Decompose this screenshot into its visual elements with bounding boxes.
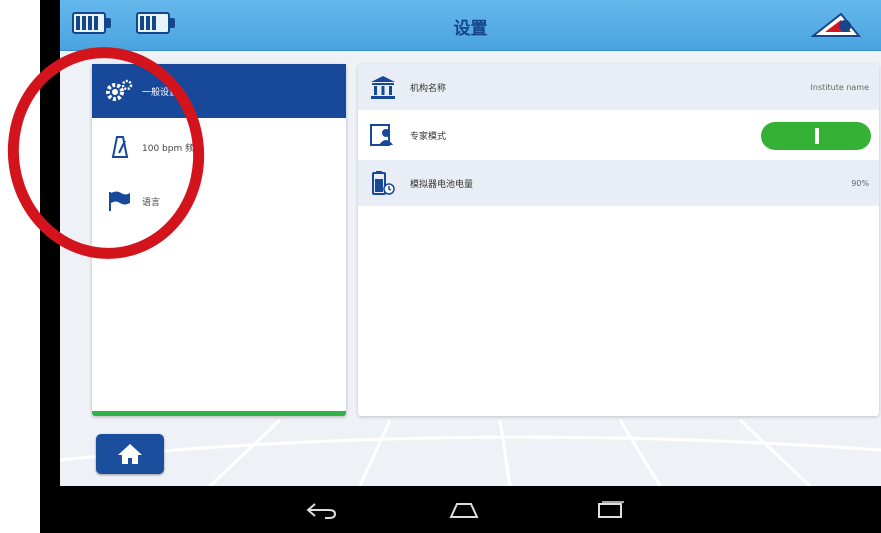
device-screen: 设置 一般设置 100 bpm 频 语言 机构名称 Institute name…	[40, 0, 881, 533]
brand-logo	[811, 12, 861, 37]
flag-icon	[104, 186, 134, 216]
setting-row-institution[interactable]: 机构名称 Institute name	[358, 64, 879, 110]
setting-row-simulator-battery[interactable]: 模拟器电池电量 90%	[358, 160, 879, 206]
home-button[interactable]	[96, 434, 164, 474]
system-nav-bar	[40, 486, 881, 533]
sidebar-item-label: 一般设置	[142, 87, 179, 98]
sidebar-item-rate[interactable]: 100 bpm 频	[92, 120, 346, 174]
settings-category-panel: 一般设置 100 bpm 频 语言	[92, 64, 346, 416]
home-icon	[118, 444, 142, 464]
setting-label: 模拟器电池电量	[410, 179, 474, 190]
home-nav-icon[interactable]	[444, 498, 484, 522]
battery-level-icon	[370, 170, 396, 196]
institution-icon	[370, 74, 396, 100]
setting-label: 机构名称	[410, 83, 447, 94]
sidebar-item-label: 100 bpm 频	[142, 143, 195, 154]
setting-label: 专家模式	[410, 131, 447, 142]
top-bar: 设置	[60, 0, 881, 51]
setting-row-expert-mode: 专家模式	[358, 112, 879, 158]
settings-detail-panel: 机构名称 Institute name 专家模式 模拟器电池电量 90%	[358, 64, 879, 416]
battery-level-value: 90%	[851, 178, 869, 188]
recent-apps-icon[interactable]	[590, 498, 630, 522]
expert-user-icon	[370, 122, 396, 148]
expert-mode-toggle[interactable]	[761, 122, 871, 150]
institution-name-value: Institute name	[810, 82, 869, 92]
back-icon[interactable]	[302, 498, 342, 522]
page-title: 设置	[453, 19, 488, 39]
sidebar-item-general[interactable]: 一般设置	[92, 64, 346, 118]
progress-bar	[92, 411, 346, 416]
sidebar-item-language[interactable]: 语言	[92, 174, 346, 228]
settings-app: 设置 一般设置 100 bpm 频 语言 机构名称 Institute name…	[60, 0, 881, 486]
gear-icon	[104, 76, 134, 106]
toggle-indicator	[815, 128, 819, 144]
sidebar-item-label: 语言	[142, 197, 161, 208]
metronome-icon	[104, 132, 134, 162]
